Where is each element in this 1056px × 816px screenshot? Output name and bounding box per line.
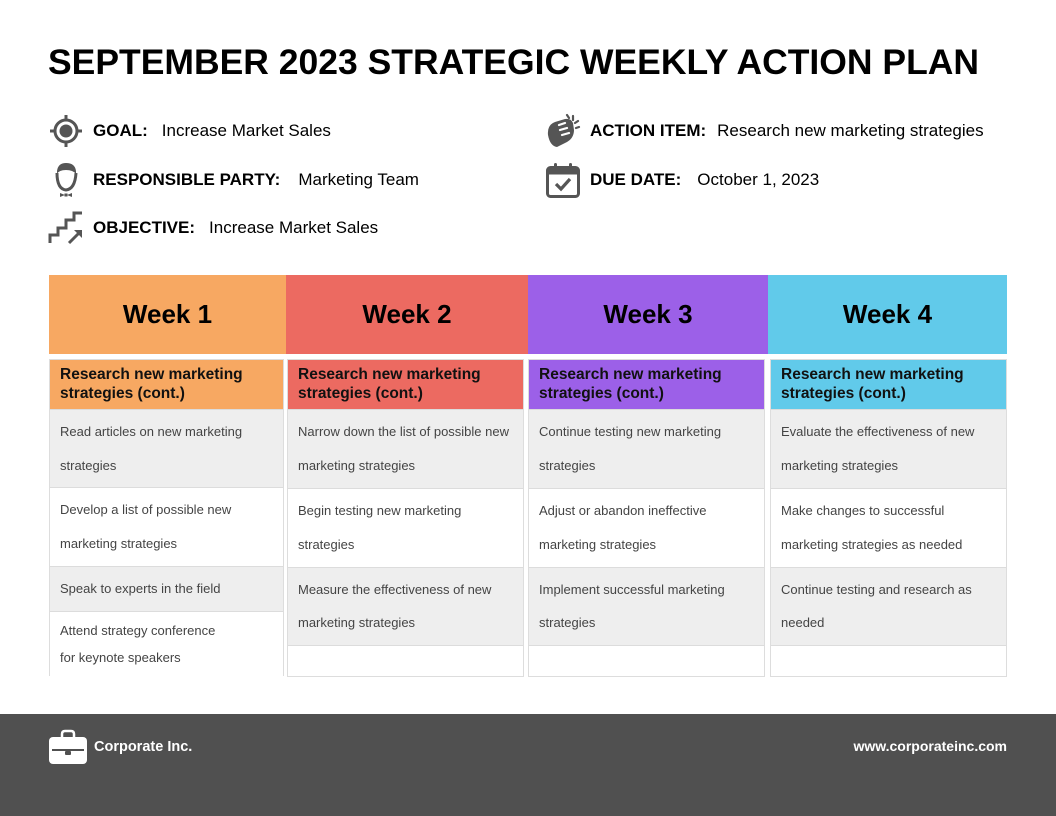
task-cell: Make changes to successful marketing str… (771, 488, 1006, 567)
objective-value: Increase Market Sales (209, 218, 379, 237)
subheading-line: Research new marketing (539, 366, 722, 383)
task-cell: Speak to experts in the field (50, 566, 283, 611)
week-2-title: Week 2 (362, 299, 452, 329)
company-brand: Corporate Inc. (49, 729, 192, 765)
task-cell: Develop a list of possible new marketing… (50, 487, 283, 566)
week-1-header: Week 1 (49, 275, 286, 354)
week-3-subheading: Research new marketing strategies (cont.… (529, 360, 764, 409)
calendar-check-icon (545, 162, 581, 198)
week-4-column: Research new marketing strategies (cont.… (770, 359, 1007, 677)
task-line: Make changes to successful (781, 503, 945, 518)
subheading-line: Research new marketing (60, 366, 243, 383)
week-2-header: Week 2 (286, 275, 528, 354)
week-4-subheading: Research new marketing strategies (cont.… (771, 360, 1006, 409)
task-cell: Continue testing and research as needed (771, 567, 1006, 645)
action-value: Research new marketing strategies (717, 121, 984, 140)
objective-row: OBJECTIVE: Increase Market Sales (48, 210, 378, 246)
week-4-header: Week 4 (768, 275, 1007, 354)
task-line: Adjust or abandon ineffective (539, 503, 707, 518)
task-line: marketing strategies (539, 537, 657, 552)
week-2-column: Research new marketing strategies (cont.… (287, 359, 524, 677)
goal-row: GOAL: Increase Market Sales (48, 113, 331, 149)
task-line: Attend strategy conference (60, 623, 216, 638)
subheading-line: strategies (cont.) (781, 385, 906, 402)
subheading-line: Research new marketing (298, 366, 481, 383)
goal-value: Increase Market Sales (161, 121, 331, 140)
action-label: ACTION ITEM: (590, 121, 707, 140)
target-icon (48, 113, 84, 149)
company-url[interactable]: www.corporateinc.com (853, 738, 1007, 754)
briefcase-icon (49, 729, 87, 765)
objective-label: OBJECTIVE: (93, 218, 196, 237)
goal-label: GOAL: (93, 121, 148, 140)
week-4-title: Week 4 (842, 299, 933, 329)
footer: Corporate Inc. www.corporateinc.com (0, 714, 1056, 816)
task-line: marketing strategies (781, 458, 899, 473)
task-line: Read articles on new marketing (60, 424, 243, 439)
task-line: strategies (539, 458, 596, 473)
task-cell: Continue testing new marketing strategie… (529, 409, 764, 488)
task-cell: Narrow down the list of possible new mar… (288, 409, 523, 488)
company-name: Corporate Inc. (94, 739, 193, 755)
subheading-line: Research new marketing (781, 366, 964, 383)
task-line: Narrow down the list of possible new (298, 424, 509, 439)
task-line: Continue testing and research as (781, 582, 972, 597)
task-cell: Begin testing new marketing strategies (288, 488, 523, 567)
responsible-label: RESPONSIBLE PARTY: (93, 170, 281, 189)
stairs-arrow-icon (48, 210, 84, 246)
week-1-title: Week 1 (122, 299, 213, 329)
responsible-row: RESPONSIBLE PARTY: Marketing Team (48, 162, 419, 198)
task-line: Begin testing new marketing (298, 503, 462, 518)
task-line: marketing strategies (298, 458, 416, 473)
person-icon (48, 162, 84, 198)
task-cell: Attend strategy conference for keynote s… (50, 611, 283, 676)
responsible-value: Marketing Team (298, 170, 419, 189)
subheading-line: strategies (cont.) (60, 385, 185, 402)
task-line: Implement successful marketing (539, 582, 725, 597)
task-line: Measure the effectiveness of new (298, 582, 492, 597)
task-cell: Evaluate the effectiveness of new market… (771, 409, 1006, 488)
task-line: strategies (60, 458, 117, 473)
week-3-header: Week 3 (528, 275, 768, 354)
empty-task-cell (288, 645, 523, 676)
task-line: for keynote speakers (60, 650, 181, 665)
due-date-value: October 1, 2023 (697, 170, 820, 189)
week-2-subheading: Research new marketing strategies (cont.… (288, 360, 523, 409)
task-line: Evaluate the effectiveness of new (781, 424, 975, 439)
task-line: marketing strategies (60, 536, 178, 551)
week-1-column: Research new marketing strategies (cont.… (49, 359, 284, 676)
empty-task-cell (529, 645, 764, 676)
task-line: marketing strategies (298, 615, 416, 630)
task-line: marketing strategies as needed (781, 537, 963, 552)
task-line: Speak to experts in the field (60, 581, 221, 596)
week-1-subheading: Research new marketing strategies (cont.… (50, 360, 283, 409)
empty-task-cell (771, 645, 1006, 676)
page-title: SEPTEMBER 2023 STRATEGIC WEEKLY ACTION P… (48, 42, 980, 82)
task-cell: Adjust or abandon ineffective marketing … (529, 488, 764, 567)
fist-icon (545, 113, 581, 149)
subheading-line: strategies (cont.) (298, 385, 423, 402)
task-line: strategies (298, 537, 355, 552)
task-line: strategies (539, 615, 596, 630)
task-cell: Measure the effectiveness of new marketi… (288, 567, 523, 645)
subheading-line: strategies (cont.) (539, 385, 664, 402)
week-3-column: Research new marketing strategies (cont.… (528, 359, 765, 677)
due-date-row: DUE DATE: October 1, 2023 (545, 162, 819, 198)
week-3-title: Week 3 (603, 299, 693, 329)
task-line: needed (781, 615, 825, 630)
task-cell: Implement successful marketing strategie… (529, 567, 764, 645)
action-row: ACTION ITEM: Research new marketing stra… (545, 113, 984, 149)
due-date-label: DUE DATE: (590, 170, 682, 189)
task-line: Continue testing new marketing (539, 424, 722, 439)
task-cell: Read articles on new marketing strategie… (50, 409, 283, 487)
task-line: Develop a list of possible new (60, 502, 232, 517)
